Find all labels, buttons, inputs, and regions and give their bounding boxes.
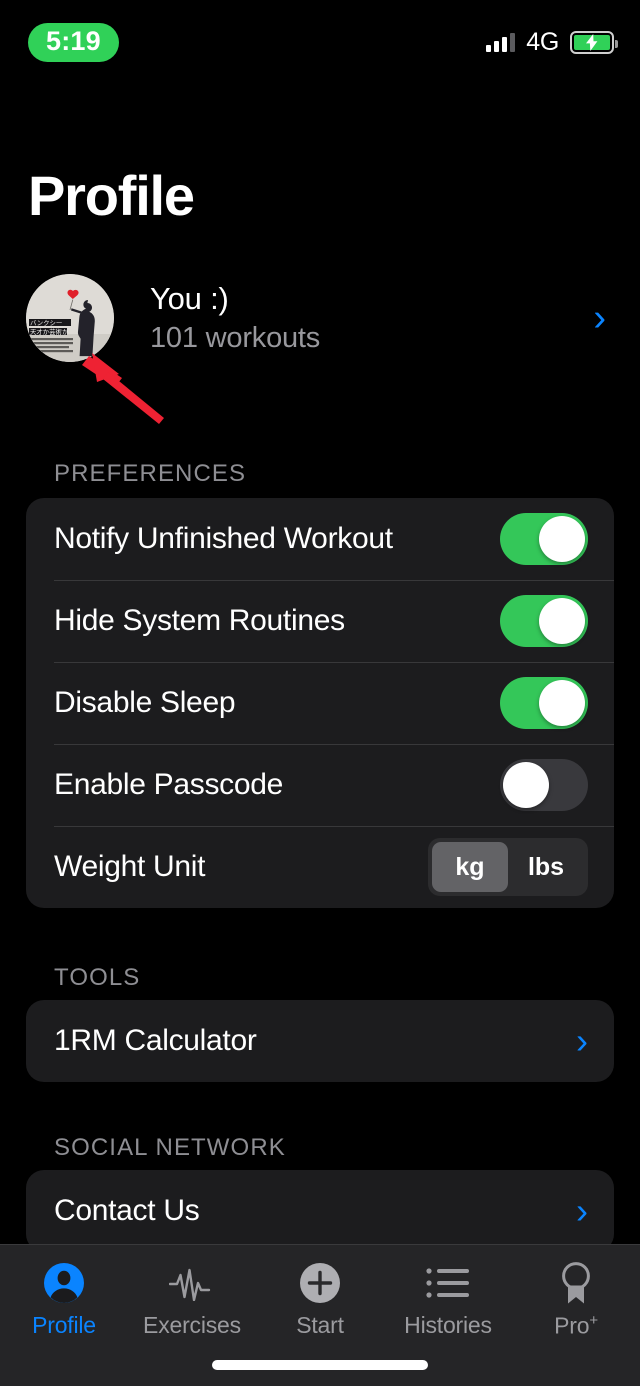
- row-notify-unfinished-workout[interactable]: Notify Unfinished Workout: [26, 498, 614, 580]
- social-network-card: Contact Us ›: [26, 1170, 614, 1252]
- section-header-social-network: SOCIAL NETWORK: [54, 1134, 286, 1161]
- row-label: Hide System Routines: [54, 604, 345, 637]
- row-label: Disable Sleep: [54, 686, 236, 719]
- award-ribbon-icon: [557, 1261, 595, 1305]
- row-disable-sleep[interactable]: Disable Sleep: [26, 662, 614, 744]
- row-1rm-calculator[interactable]: 1RM Calculator ›: [26, 1000, 614, 1082]
- tab-histories[interactable]: Histories: [384, 1261, 512, 1339]
- tab-pro[interactable]: Pro+: [512, 1261, 640, 1340]
- avatar[interactable]: バンクシー 天才か芸術か: [26, 274, 114, 362]
- profile-text-block: You :) 101 workouts: [150, 280, 320, 357]
- tab-start[interactable]: Start: [256, 1261, 384, 1339]
- toggle-hide-system-routines[interactable]: [500, 595, 588, 647]
- row-enable-passcode[interactable]: Enable Passcode: [26, 744, 614, 826]
- network-type-label: 4G: [526, 27, 559, 56]
- svg-text:天才か芸術か: 天才か芸術か: [30, 327, 69, 336]
- toggle-enable-passcode[interactable]: [500, 759, 588, 811]
- status-time-pill: 5:19: [28, 22, 119, 62]
- row-label: 1RM Calculator: [54, 1024, 257, 1057]
- toggle-notify-unfinished-workout[interactable]: [500, 513, 588, 565]
- pro-superscript: +: [589, 1312, 598, 1329]
- page-title: Profile: [28, 164, 195, 227]
- row-weight-unit[interactable]: Weight Unit kg lbs: [26, 826, 614, 908]
- section-header-tools: TOOLS: [54, 964, 141, 991]
- tab-label: Pro+: [554, 1312, 598, 1340]
- svg-text:バンクシー: バンクシー: [30, 319, 62, 327]
- segment-lbs[interactable]: lbs: [508, 842, 584, 892]
- row-label: Notify Unfinished Workout: [54, 522, 393, 555]
- person-circle-icon: [43, 1261, 85, 1305]
- chevron-right-icon: ›: [576, 1190, 588, 1231]
- section-header-preferences: PREFERENCES: [54, 460, 247, 487]
- pulse-waveform-icon: [169, 1261, 215, 1305]
- tab-label: Profile: [32, 1312, 96, 1338]
- row-contact-us[interactable]: Contact Us ›: [26, 1170, 614, 1252]
- row-hide-system-routines[interactable]: Hide System Routines: [26, 580, 614, 662]
- battery-charging-icon: [570, 30, 618, 54]
- profile-summary-row[interactable]: バンクシー 天才か芸術か You :) 101 workouts ›: [26, 272, 614, 364]
- preferences-card: Notify Unfinished Workout Hide System Ro…: [26, 498, 614, 908]
- status-indicators: 4G: [486, 27, 618, 57]
- pro-text: Pro: [554, 1312, 590, 1339]
- row-label: Enable Passcode: [54, 768, 283, 801]
- cellular-signal-icon: [486, 32, 516, 52]
- profile-workout-count: 101 workouts: [150, 322, 321, 355]
- tab-label: Exercises: [143, 1312, 241, 1338]
- chevron-right-icon[interactable]: ›: [593, 299, 614, 337]
- chevron-right-icon: ›: [576, 1020, 588, 1061]
- tab-profile[interactable]: Profile: [0, 1261, 128, 1339]
- status-bar: 5:19 4G: [0, 0, 640, 84]
- row-label: Contact Us: [54, 1194, 200, 1227]
- bulleted-list-icon: [426, 1261, 470, 1305]
- plus-circle-icon: [299, 1261, 341, 1305]
- home-indicator[interactable]: [212, 1360, 428, 1370]
- row-label: Weight Unit: [54, 850, 206, 883]
- tab-exercises[interactable]: Exercises: [128, 1261, 256, 1339]
- segment-kg[interactable]: kg: [432, 842, 508, 892]
- tab-label: Start: [296, 1312, 344, 1338]
- profile-name: You :): [150, 280, 229, 316]
- tools-card: 1RM Calculator ›: [26, 1000, 614, 1082]
- toggle-disable-sleep[interactable]: [500, 677, 588, 729]
- tab-label: Histories: [404, 1312, 492, 1338]
- weight-unit-segmented-control[interactable]: kg lbs: [428, 838, 588, 896]
